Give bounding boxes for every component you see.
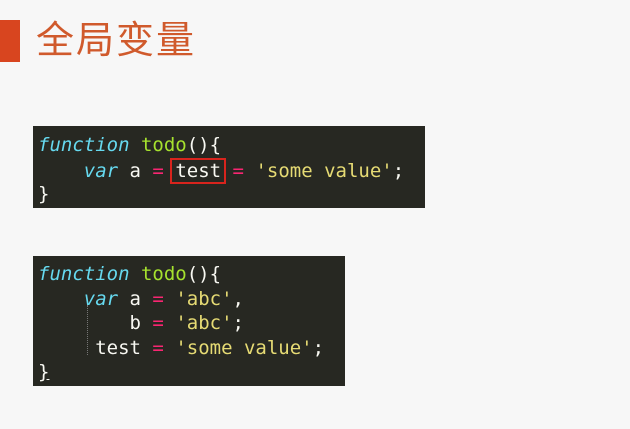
code-block-1: function todo(){ var a = test = 'some va… [33,126,425,208]
code-line: function todo(){ [38,262,345,287]
punctuation: (){ [186,263,222,285]
slide-title: 全局变量 [36,18,197,62]
code-line: test = 'some value'; [38,336,345,361]
keyword-var: var [83,159,119,182]
operator-assign: = [152,312,164,334]
code-line: } [38,360,345,385]
identifier-a: a [118,159,153,182]
string-literal: 'some value' [255,159,393,182]
highlighted-identifier-test: test [170,157,227,184]
code-block-2: function todo(){ var a = 'abc', b = 'abc… [33,256,345,386]
code-line: var a = 'abc', [38,287,345,312]
title-accent-bar [0,20,20,62]
code-line: function todo(){ [38,133,425,158]
operator-assign: = [152,159,164,182]
identifier-test: test [95,336,153,359]
comma: , [232,287,244,310]
identifier-b: b [129,312,153,334]
code-line: } [38,182,425,207]
semicolon: ; [312,336,325,359]
operator-assign: = [152,336,164,359]
semicolon: ; [232,312,244,334]
keyword-function: function [38,134,130,156]
semicolon: ; [392,159,405,182]
function-name: todo [140,134,187,156]
closing-brace: } [38,361,50,383]
operator-assign: = [232,159,244,182]
string-literal: 'abc' [175,287,233,310]
string-literal: 'some value' [175,336,313,359]
keyword-var: var [83,287,119,310]
keyword-function: function [38,263,130,285]
code-line: var a = test = 'some value'; [38,157,425,184]
punctuation: (){ [186,134,222,156]
closing-brace: } [38,183,50,205]
string-literal: 'abc' [175,312,233,334]
operator-assign: = [152,287,164,310]
identifier-a: a [118,287,153,310]
code-line: b = 'abc'; [38,311,345,336]
function-name: todo [140,263,187,285]
